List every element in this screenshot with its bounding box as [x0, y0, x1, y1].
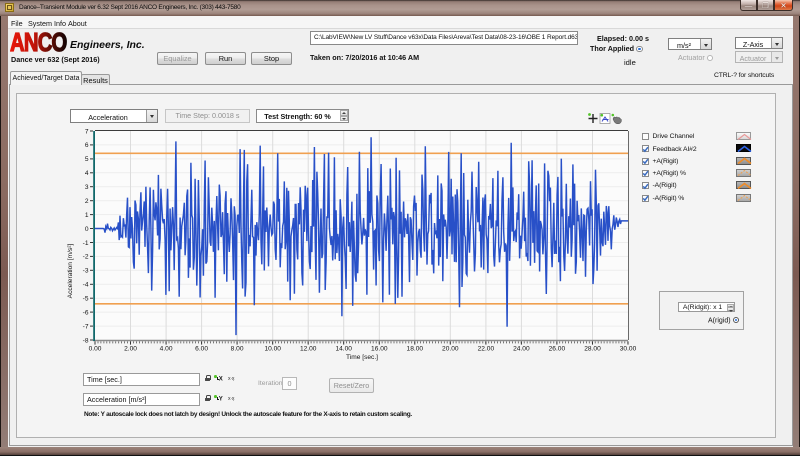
- svg-text:4: 4: [85, 170, 89, 177]
- svg-text:26.00: 26.00: [549, 346, 566, 353]
- svg-text:-8: -8: [83, 337, 89, 344]
- svg-text:20.00: 20.00: [442, 346, 459, 353]
- svg-text:-6: -6: [83, 309, 89, 316]
- svg-text:-5: -5: [83, 296, 89, 303]
- svg-text:-4: -4: [83, 282, 89, 289]
- svg-text:30.00: 30.00: [620, 346, 637, 353]
- svg-text:ANCO: ANCO: [10, 31, 67, 57]
- svg-text:7: 7: [85, 128, 89, 135]
- svg-text:5: 5: [85, 156, 89, 163]
- svg-text:2.00: 2.00: [124, 346, 137, 353]
- svg-text:-7: -7: [83, 323, 89, 330]
- svg-text:0: 0: [85, 226, 89, 233]
- svg-text:-3: -3: [83, 268, 89, 275]
- svg-text:3: 3: [85, 184, 89, 191]
- svg-text:12.00: 12.00: [300, 346, 317, 353]
- svg-text:14.00: 14.00: [335, 346, 352, 353]
- svg-text:Time [sec.]: Time [sec.]: [346, 354, 378, 361]
- svg-text:18.00: 18.00: [407, 346, 424, 353]
- svg-text:8.00: 8.00: [231, 346, 244, 353]
- svg-text:28.00: 28.00: [584, 346, 601, 353]
- svg-text:22.00: 22.00: [478, 346, 495, 353]
- svg-text:24.00: 24.00: [513, 346, 530, 353]
- svg-text:4.00: 4.00: [160, 346, 173, 353]
- svg-text:6.00: 6.00: [195, 346, 208, 353]
- svg-text:-1: -1: [83, 240, 89, 247]
- svg-text:-2: -2: [83, 254, 89, 261]
- svg-text:1: 1: [85, 212, 89, 219]
- svg-text:0.00: 0.00: [89, 346, 102, 353]
- svg-text:16.00: 16.00: [371, 346, 388, 353]
- svg-text:10.00: 10.00: [264, 346, 281, 353]
- svg-text:2: 2: [85, 198, 89, 205]
- svg-text:Acceleration [m/s²]: Acceleration [m/s²]: [67, 244, 74, 299]
- svg-text:6: 6: [85, 142, 89, 149]
